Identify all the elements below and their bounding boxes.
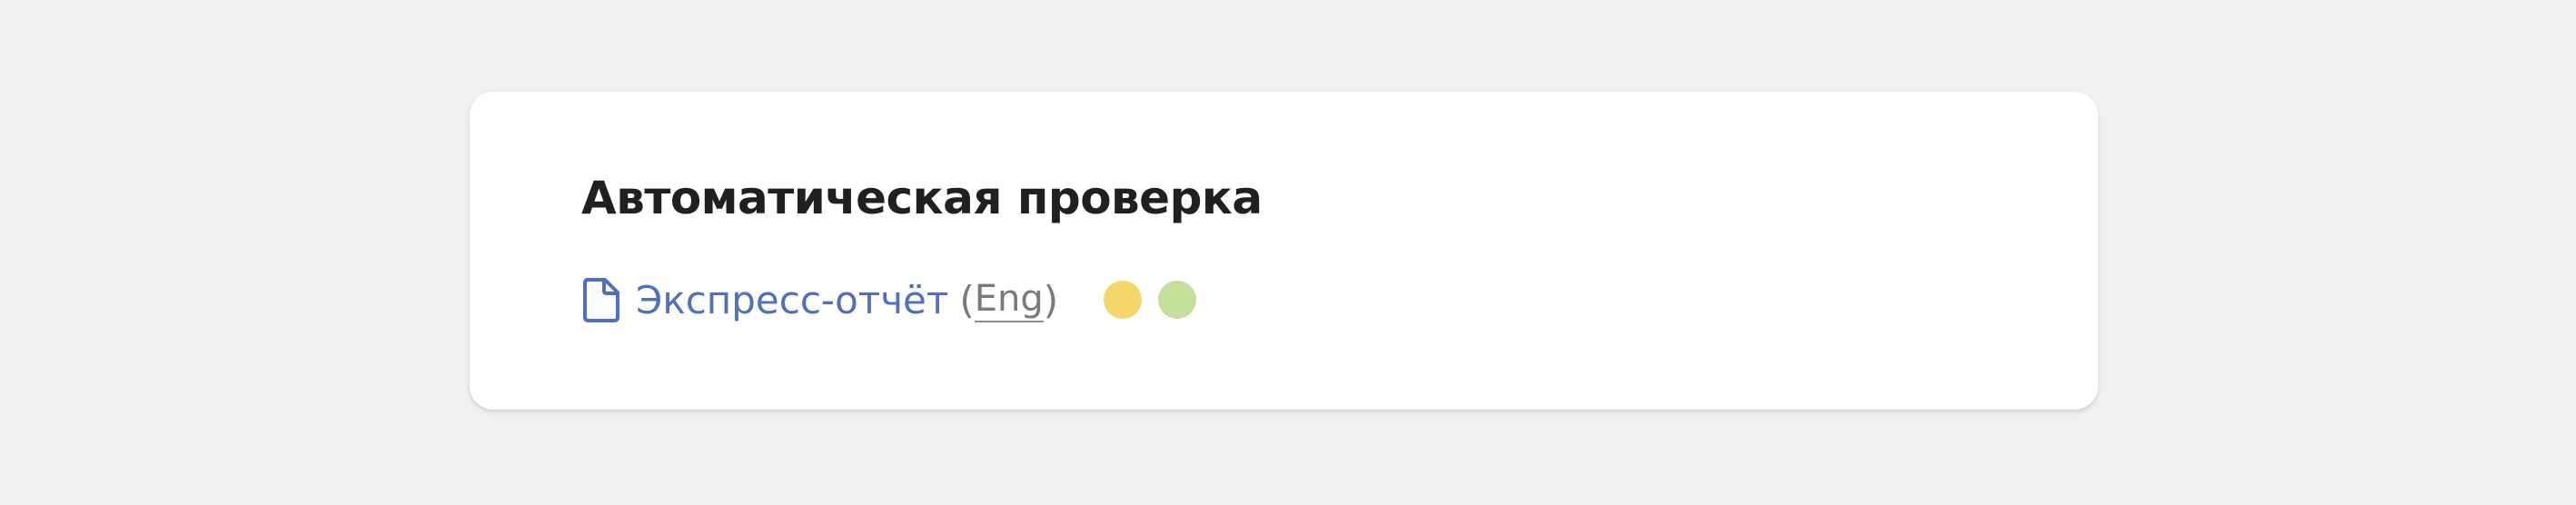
status-dot-green [1158, 281, 1197, 319]
english-version-link[interactable]: Eng [974, 278, 1044, 322]
lang-paren-close: ) [1043, 277, 1059, 322]
card-title: Автоматическая проверка [581, 172, 1263, 224]
lang-paren-open: ( [959, 277, 975, 322]
status-indicators [1104, 281, 1197, 319]
report-row: Экспресс-отчёт ( Eng ) [581, 270, 1197, 330]
document-icon[interactable] [581, 276, 621, 323]
express-report-link[interactable]: Экспресс-отчёт [636, 278, 948, 322]
auto-check-card: Автоматическая проверка Экспресс-отчёт (… [470, 92, 2098, 410]
status-dot-yellow [1104, 281, 1143, 319]
